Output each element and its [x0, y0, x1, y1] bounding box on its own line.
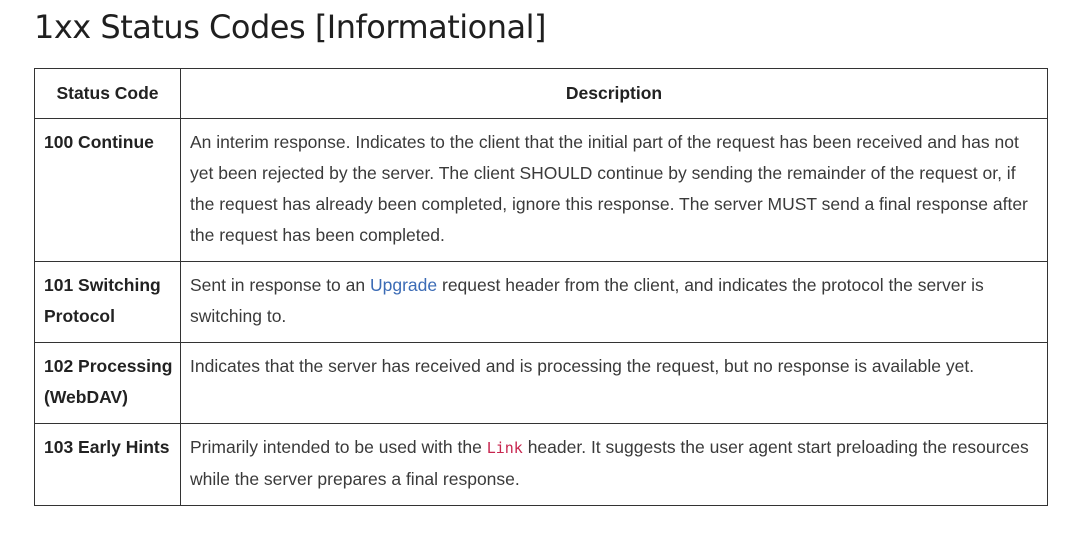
description-cell: Indicates that the server has received a… [180, 342, 1048, 424]
table-row: 103 Early Hints Primarily intended to be… [34, 423, 1048, 506]
table-header-row: Status Code Description [34, 68, 1048, 119]
link-header-code: Link [486, 439, 523, 457]
page: 1xx Status Codes [Informational] Status … [34, 0, 1048, 506]
status-codes-table: Status Code Description 100 Continue An … [34, 68, 1048, 506]
status-code-cell: 100 Continue [34, 118, 181, 262]
status-code-cell: 101 Switching Protocol [34, 261, 181, 343]
status-code-cell: 102 Processing (WebDAV) [34, 342, 181, 424]
description-text: Primarily intended to be used with the [190, 437, 487, 457]
table-row: 101 Switching Protocol Sent in response … [34, 261, 1048, 343]
description-cell: Sent in response to an Upgrade request h… [180, 261, 1048, 343]
upgrade-link[interactable]: Upgrade [370, 275, 437, 295]
page-title: 1xx Status Codes [Informational] [34, 8, 547, 46]
description-cell: Primarily intended to be used with the L… [180, 423, 1048, 506]
description-text: Sent in response to an [190, 275, 370, 295]
description-cell: An interim response. Indicates to the cl… [180, 118, 1048, 262]
table-row: 102 Processing (WebDAV) Indicates that t… [34, 342, 1048, 424]
column-header-status-code: Status Code [34, 68, 181, 119]
column-header-description: Description [180, 68, 1048, 119]
status-code-cell: 103 Early Hints [34, 423, 181, 506]
table-row: 100 Continue An interim response. Indica… [34, 118, 1048, 262]
